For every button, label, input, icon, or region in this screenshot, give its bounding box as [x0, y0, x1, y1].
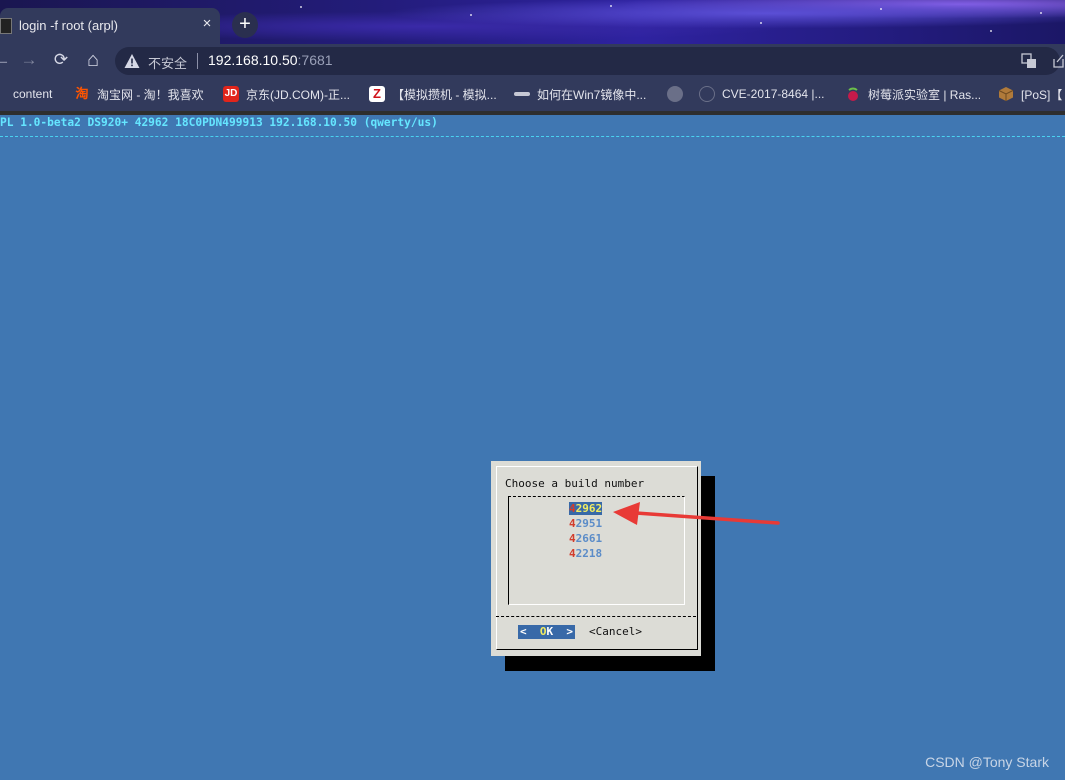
star-decoration	[1040, 12, 1042, 14]
ok-hotkey: O	[539, 625, 547, 638]
terminal-header-line: PL 1.0-beta2 DS920+ 42962 18C0PDN499913 …	[0, 116, 438, 129]
option-hotkey: 4	[569, 547, 576, 560]
annotation-arrow-icon	[613, 502, 780, 525]
ok-button[interactable]: < OK >	[518, 625, 575, 639]
terminal-top-edge	[0, 111, 1065, 115]
raspberry-icon	[848, 87, 858, 101]
bookmark-label: content	[13, 87, 53, 101]
ok-left-bracket: <	[520, 625, 540, 638]
bookmark-label: 京东(JD.COM)-正...	[246, 87, 350, 102]
bookmark-label: 树莓派实验室 | Ras...	[868, 87, 982, 102]
insecure-label[interactable]: 不安全	[148, 53, 187, 72]
warning-icon[interactable]	[124, 53, 140, 69]
dialog-prompt: Choose a build number	[505, 477, 645, 490]
terminal-divider	[0, 136, 1065, 137]
option-hotkey: 4	[569, 532, 576, 545]
build-option[interactable]: 42962	[569, 502, 603, 516]
zol-icon: Z	[369, 86, 385, 102]
tab-title: login -f root (arpl)	[19, 18, 118, 33]
new-tab-button[interactable]: +	[232, 12, 258, 38]
star-decoration	[880, 8, 882, 10]
home-icon[interactable]: ⌂	[82, 49, 104, 71]
bookmark-item[interactable]: JD 京东(JD.COM)-正...	[223, 77, 350, 111]
option-label: 2962	[575, 502, 603, 515]
url-port: :7681	[297, 52, 333, 68]
share-icon[interactable]	[1052, 53, 1064, 69]
option-hotkey: 4	[569, 517, 576, 530]
shield-icon	[699, 86, 715, 102]
back-icon[interactable]: ←	[0, 49, 13, 71]
build-option[interactable]: 42661	[569, 532, 602, 546]
bookmark-label: [PoS]【	[1021, 87, 1063, 102]
bookmarks-bar: content 淘 淘宝网 - 淘！我喜欢 JD 京东(JD.COM)-正...…	[0, 77, 1065, 111]
bookmark-item[interactable]: Z 【模拟攒机 - 模拟...	[369, 77, 497, 111]
bookmark-item[interactable]: content	[0, 77, 52, 111]
terminal-area[interactable]: PL 1.0-beta2 DS920+ 42962 18C0PDN499913 …	[0, 111, 1065, 780]
option-label: 2661	[575, 532, 603, 545]
terminal-favicon-icon	[0, 18, 12, 34]
option-label: 2951	[575, 517, 603, 530]
site-icon	[514, 92, 530, 96]
star-decoration	[300, 6, 302, 8]
globe-icon	[667, 86, 683, 102]
bookmark-item[interactable]: CVE-2017-8464 |...	[699, 77, 825, 111]
bookmark-item[interactable]: [PoS]【	[998, 77, 1062, 111]
tab-strip: login -f root (arpl) × +	[0, 0, 1065, 44]
bookmark-item[interactable]: 如何在Win7镜像中...	[514, 77, 646, 111]
address-bar[interactable]: 不安全 192.168.10.50:7681	[115, 47, 1064, 75]
box-icon	[998, 87, 1014, 101]
bookmark-item[interactable]: 淘 淘宝网 - 淘！我喜欢	[74, 77, 204, 111]
build-option[interactable]: 42218	[569, 547, 602, 561]
taobao-icon: 淘	[75, 86, 89, 101]
jd-icon: JD	[223, 86, 239, 102]
bookmark-item[interactable]	[667, 77, 690, 111]
star-decoration	[760, 22, 762, 24]
build-number-dialog: Choose a build number 42962 42951 42661 …	[491, 461, 701, 656]
url-host: 192.168.10.50	[208, 52, 298, 68]
url-text[interactable]: 192.168.10.50:7681	[208, 52, 333, 68]
browser-tab[interactable]: login -f root (arpl) ×	[0, 8, 220, 44]
star-decoration	[990, 30, 992, 32]
reload-icon[interactable]: ⟳	[50, 49, 72, 71]
tab-close-icon[interactable]: ×	[199, 16, 215, 32]
star-decoration	[610, 5, 612, 7]
option-hotkey: 4	[569, 502, 576, 515]
bookmark-label: 【模拟攒机 - 模拟...	[392, 87, 497, 102]
globe-icon	[0, 86, 6, 102]
dialog-button-divider	[496, 616, 696, 617]
bookmark-label: 淘宝网 - 淘！我喜欢	[97, 87, 204, 102]
option-label: 2218	[575, 547, 603, 560]
translate-icon[interactable]	[1021, 53, 1037, 69]
bookmark-label: CVE-2017-8464 |...	[722, 87, 825, 101]
address-separator	[197, 53, 198, 69]
csdn-watermark: CSDN @Tony Stark	[925, 754, 1049, 770]
bookmark-item[interactable]: 树莓派实验室 | Ras...	[845, 77, 981, 111]
cancel-button[interactable]: <Cancel>	[589, 625, 642, 639]
ok-rest: K >	[546, 625, 574, 638]
build-list[interactable]: 42962 42951 42661 42218	[508, 496, 685, 605]
star-decoration	[470, 14, 472, 16]
build-option[interactable]: 42951	[569, 517, 602, 531]
forward-icon[interactable]: →	[18, 49, 40, 71]
bookmark-label: 如何在Win7镜像中...	[537, 87, 647, 102]
